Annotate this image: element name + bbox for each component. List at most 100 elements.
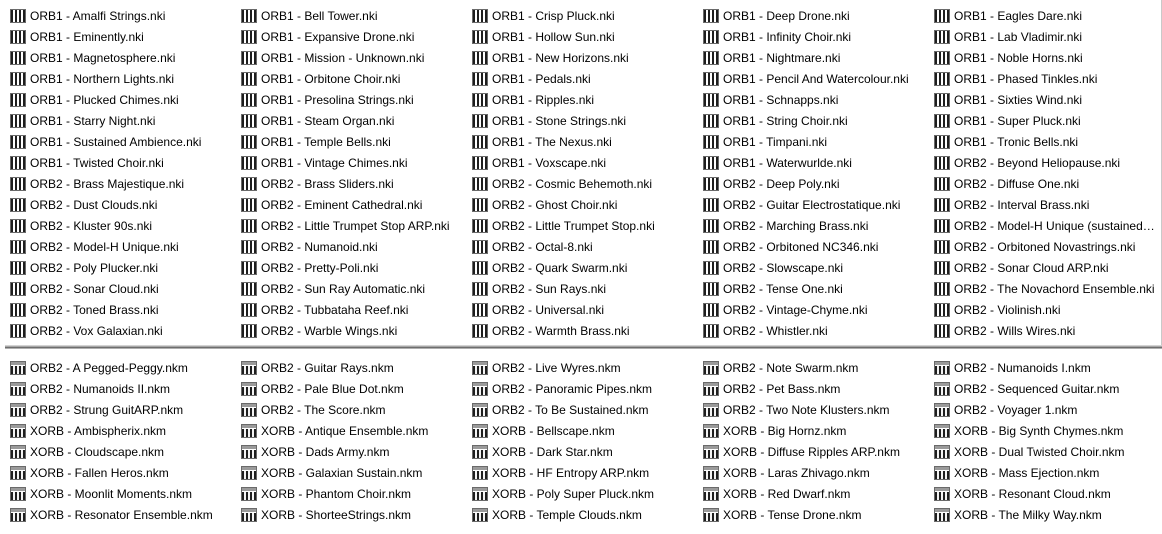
nkm-file-item[interactable]: XORB - Poly Super Pluck.nkm [472,483,703,504]
nkm-file-item[interactable]: XORB - HF Entropy ARP.nkm [472,462,703,483]
nki-file-item[interactable]: ORB2 - Poly Plucker.nki [10,257,241,278]
nki-file-item[interactable]: ORB2 - Vox Galaxian.nki [10,320,241,341]
nki-file-item[interactable]: ORB1 - Vintage Chimes.nki [241,152,472,173]
nki-file-item[interactable]: ORB1 - New Horizons.nki [472,47,703,68]
nki-file-item[interactable]: ORB2 - Tubbataha Reef.nki [241,299,472,320]
nki-file-item[interactable]: ORB1 - Waterwurlde.nki [703,152,934,173]
nki-file-item[interactable]: ORB1 - Steam Organ.nki [241,110,472,131]
nki-file-item[interactable]: ORB2 - Eminent Cathedral.nki [241,194,472,215]
nki-file-item[interactable]: ORB2 - Ghost Choir.nki [472,194,703,215]
nkm-file-item[interactable]: XORB - Phantom Choir.nkm [241,483,472,504]
nki-file-item[interactable]: ORB1 - Voxscape.nki [472,152,703,173]
nki-file-item[interactable]: ORB2 - Little Trumpet Stop ARP.nki [241,215,472,236]
nki-file-item[interactable]: ORB1 - Plucked Chimes.nki [10,89,241,110]
nki-file-item[interactable]: ORB1 - Pencil And Watercolour.nki [703,68,934,89]
nki-file-item[interactable]: ORB1 - Super Pluck.nki [934,110,1158,131]
nkm-file-item[interactable]: XORB - Dads Army.nkm [241,441,472,462]
panel-divider[interactable] [5,345,1162,349]
nki-file-item[interactable]: ORB1 - Temple Bells.nki [241,131,472,152]
nki-file-item[interactable]: ORB1 - Hollow Sun.nki [472,26,703,47]
nki-file-item[interactable]: ORB2 - Marching Brass.nki [703,215,934,236]
nkm-file-item[interactable]: XORB - Fallen Heros.nkm [10,462,241,483]
nkm-file-item[interactable]: XORB - Antique Ensemble.nkm [241,420,472,441]
nki-file-item[interactable]: ORB2 - Model-H Unique (sustained).... [934,215,1158,236]
nki-file-item[interactable]: ORB1 - Starry Night.nki [10,110,241,131]
nki-file-item[interactable]: ORB1 - Tronic Bells.nki [934,131,1158,152]
nki-file-item[interactable]: ORB2 - Violinish.nki [934,299,1158,320]
nki-file-item[interactable]: ORB2 - Warble Wings.nki [241,320,472,341]
nki-file-item[interactable]: ORB1 - Nightmare.nki [703,47,934,68]
nkm-file-item[interactable]: XORB - Big Hornz.nkm [703,420,934,441]
nki-file-item[interactable]: ORB1 - Eminently.nki [10,26,241,47]
nki-file-item[interactable]: ORB1 - Twisted Choir.nki [10,152,241,173]
nki-file-item[interactable]: ORB2 - The Novachord Ensemble.nki [934,278,1158,299]
nkm-file-item[interactable]: ORB2 - To Be Sustained.nkm [472,399,703,420]
nki-file-item[interactable]: ORB2 - Toned Brass.nki [10,299,241,320]
nkm-file-item[interactable]: ORB2 - Numanoids II.nkm [10,378,241,399]
nki-file-item[interactable]: ORB1 - The Nexus.nki [472,131,703,152]
nki-file-item[interactable]: ORB2 - Brass Sliders.nki [241,173,472,194]
nki-file-item[interactable]: ORB2 - Sun Ray Automatic.nki [241,278,472,299]
nki-file-item[interactable]: ORB2 - Kluster 90s.nki [10,215,241,236]
nkm-file-item[interactable]: XORB - Ambispherix.nkm [10,420,241,441]
nki-file-item[interactable]: ORB2 - Cosmic Behemoth.nki [472,173,703,194]
nki-file-item[interactable]: ORB1 - Amalfi Strings.nki [10,5,241,26]
nkm-file-item[interactable]: XORB - Mass Ejection.nkm [934,462,1158,483]
nkm-file-item[interactable]: ORB2 - Numanoids I.nkm [934,357,1158,378]
nkm-file-item[interactable]: XORB - Diffuse Ripples ARP.nkm [703,441,934,462]
nki-file-item[interactable]: ORB2 - Orbitoned Novastrings.nki [934,236,1158,257]
nkm-file-item[interactable]: ORB2 - Sequenced Guitar.nkm [934,378,1158,399]
nki-file-item[interactable]: ORB1 - Stone Strings.nki [472,110,703,131]
nkm-file-item[interactable]: ORB2 - Pale Blue Dot.nkm [241,378,472,399]
nki-file-item[interactable]: ORB2 - Diffuse One.nki [934,173,1158,194]
nki-file-item[interactable]: ORB2 - Octal-8.nki [472,236,703,257]
nki-file-item[interactable]: ORB1 - Pedals.nki [472,68,703,89]
nki-file-item[interactable]: ORB2 - Guitar Electrostatique.nki [703,194,934,215]
nki-file-item[interactable]: ORB1 - Lab Vladimir.nki [934,26,1158,47]
nki-file-item[interactable]: ORB1 - Eagles Dare.nki [934,5,1158,26]
nki-file-item[interactable]: ORB2 - Numanoid.nki [241,236,472,257]
nki-file-item[interactable]: ORB1 - Presolina Strings.nki [241,89,472,110]
nki-file-item[interactable]: ORB1 - Magnetosphere.nki [10,47,241,68]
nkm-file-item[interactable]: XORB - The Milky Way.nkm [934,504,1158,525]
nki-file-item[interactable]: ORB2 - Sonar Cloud ARP.nki [934,257,1158,278]
nki-file-item[interactable]: ORB2 - Pretty-Poli.nki [241,257,472,278]
nkm-file-item[interactable]: XORB - Cloudscape.nkm [10,441,241,462]
nki-file-item[interactable]: ORB1 - Ripples.nki [472,89,703,110]
nki-file-item[interactable]: ORB1 - Noble Horns.nki [934,47,1158,68]
nkm-file-item[interactable]: XORB - Red Dwarf.nkm [703,483,934,504]
nki-file-item[interactable]: ORB1 - Phased Tinkles.nki [934,68,1158,89]
nki-file-item[interactable]: ORB2 - Whistler.nki [703,320,934,341]
nkm-file-item[interactable]: XORB - Galaxian Sustain.nkm [241,462,472,483]
nki-file-item[interactable]: ORB1 - Mission - Unknown.nki [241,47,472,68]
nki-file-item[interactable]: ORB1 - Timpani.nki [703,131,934,152]
nkm-file-item[interactable]: ORB2 - Guitar Rays.nkm [241,357,472,378]
nkm-file-item[interactable]: ORB2 - Strung GuitARP.nkm [10,399,241,420]
nki-file-item[interactable]: ORB2 - Beyond Heliopause.nki [934,152,1158,173]
nki-file-item[interactable]: ORB2 - Brass Majestique.nki [10,173,241,194]
nki-file-item[interactable]: ORB1 - Bell Tower.nki [241,5,472,26]
nki-file-item[interactable]: ORB2 - Tense One.nki [703,278,934,299]
nki-file-item[interactable]: ORB2 - Vintage-Chyme.nki [703,299,934,320]
nkm-file-item[interactable]: ORB2 - Pet Bass.nkm [703,378,934,399]
nki-file-item[interactable]: ORB2 - Universal.nki [472,299,703,320]
nki-file-item[interactable]: ORB1 - String Choir.nki [703,110,934,131]
nkm-file-item[interactable]: XORB - ShorteeStrings.nkm [241,504,472,525]
nki-file-item[interactable]: ORB2 - Sonar Cloud.nki [10,278,241,299]
nki-file-item[interactable]: ORB1 - Crisp Pluck.nki [472,5,703,26]
nkm-file-item[interactable]: ORB2 - Two Note Klusters.nkm [703,399,934,420]
nki-file-item[interactable]: ORB1 - Schnapps.nki [703,89,934,110]
nki-file-item[interactable]: ORB1 - Sustained Ambience.nki [10,131,241,152]
nkm-file-item[interactable]: XORB - Temple Clouds.nkm [472,504,703,525]
nki-file-item[interactable]: ORB2 - Wills Wires.nki [934,320,1158,341]
nkm-file-item[interactable]: ORB2 - A Pegged-Peggy.nkm [10,357,241,378]
nkm-file-item[interactable]: XORB - Resonator Ensemble.nkm [10,504,241,525]
nki-file-item[interactable]: ORB1 - Sixties Wind.nki [934,89,1158,110]
nkm-file-item[interactable]: XORB - Big Synth Chymes.nkm [934,420,1158,441]
nkm-file-item[interactable]: ORB2 - The Score.nkm [241,399,472,420]
nkm-file-item[interactable]: ORB2 - Panoramic Pipes.nkm [472,378,703,399]
nkm-file-item[interactable]: ORB2 - Live Wyres.nkm [472,357,703,378]
nkm-file-item[interactable]: XORB - Dual Twisted Choir.nkm [934,441,1158,462]
nki-file-item[interactable]: ORB1 - Northern Lights.nki [10,68,241,89]
nki-file-item[interactable]: ORB2 - Model-H Unique.nki [10,236,241,257]
